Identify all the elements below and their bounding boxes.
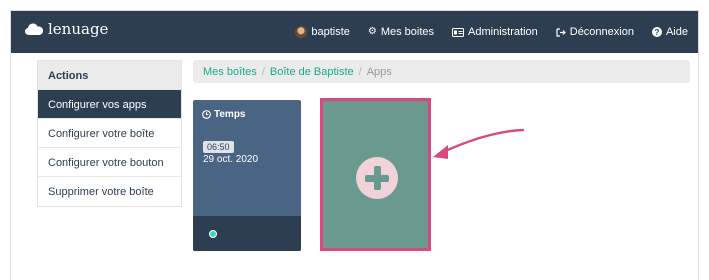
nav-user[interactable]: baptiste [295,26,350,38]
nav-administration-label: Administration [468,26,538,38]
avatar [295,26,308,38]
nav-deconnexion-label: Déconnexion [569,26,634,38]
add-app-tile[interactable] [320,98,431,251]
sidebar-item-supprimer-boite[interactable]: Supprimer votre boîte [38,177,181,206]
breadcrumb-separator: / [261,65,265,78]
brand-logo[interactable]: lenuage [25,20,108,38]
app-card-header: Temps [202,109,246,120]
question-circle-icon: ? [651,27,662,37]
svg-text:?: ? [655,28,660,37]
breadcrumb-mes-boites[interactable]: Mes boîtes [203,66,257,78]
breadcrumb-separator: / [358,65,362,78]
sidebar: Actions Configurer vos apps Configurer v… [37,60,182,207]
sidebar-title: Actions [38,61,181,90]
app-card-temps[interactable]: Temps 06:50 29 oct. 2020 [193,100,301,251]
nav-aide[interactable]: ? Aide [651,26,688,38]
nav-mes-boites-label: Mes boites [380,26,435,38]
nav-aide-label: Aide [665,26,688,38]
status-indicator [209,230,217,238]
clock-icon [202,110,211,119]
brand-name: lenuage [48,20,109,38]
sidebar-item-configurer-boite[interactable]: Configurer votre boîte [38,119,181,148]
plus-circle-icon[interactable] [356,157,398,199]
breadcrumb-boite-baptiste[interactable]: Boîte de Baptiste [270,66,354,78]
nav-administration[interactable]: Administration [452,26,538,38]
nav-mes-boites[interactable]: ⚙ Mes boites [368,26,434,38]
app-window: lenuage baptiste ⚙ Mes boites Administra… [10,10,699,280]
navbar: lenuage baptiste ⚙ Mes boites Administra… [11,11,698,53]
sidebar-item-configurer-bouton[interactable]: Configurer votre bouton [38,148,181,177]
cogs-icon: ⚙ [367,26,377,37]
cloud-icon [25,23,43,35]
nav-deconnexion[interactable]: Déconnexion [556,26,634,38]
breadcrumb: Mes boîtes / Boîte de Baptiste / Apps [193,60,690,83]
sign-out-icon [556,27,566,37]
app-card-date: 29 oct. 2020 [203,154,259,165]
id-card-icon [452,27,465,37]
nav-links: baptiste ⚙ Mes boites Administration Déc… [295,11,688,53]
breadcrumb-current: Apps [366,65,392,78]
sidebar-item-configurer-apps[interactable]: Configurer vos apps [38,90,181,119]
app-card-title: Temps [214,109,246,120]
annotation-arrow-icon [433,128,525,159]
app-card-time: 06:50 [203,141,234,153]
app-card-footer [193,216,301,251]
nav-user-label: baptiste [311,26,350,38]
